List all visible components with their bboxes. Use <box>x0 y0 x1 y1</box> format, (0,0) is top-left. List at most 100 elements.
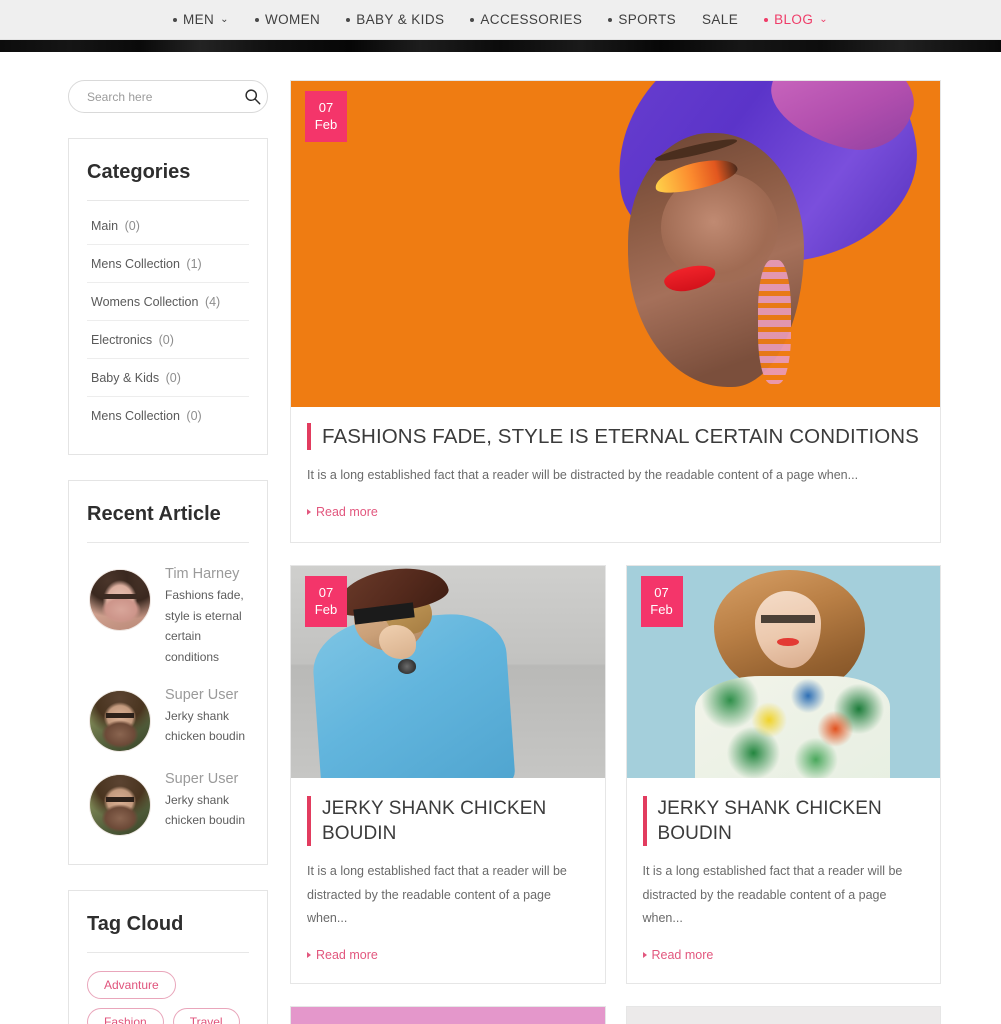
category-item[interactable]: Electronics (0) <box>87 321 249 359</box>
recent-excerpt: Jerky shank chicken boudin <box>165 708 246 744</box>
recent-excerpt: Jerky shank chicken boudin <box>165 792 246 828</box>
read-more-link[interactable]: Read more <box>307 948 378 962</box>
article-excerpt: It is a long established fact that a rea… <box>307 468 859 483</box>
recent-article-item[interactable]: Tim Harney Fashions fade, style is etern… <box>87 555 249 676</box>
search-box[interactable] <box>68 80 268 113</box>
category-item[interactable]: Mens Collection (1) <box>87 245 249 283</box>
article-card[interactable]: 07 Feb JERKY SHANK CHICKEN BOUDIN It is … <box>290 564 606 985</box>
categories-widget: Categories Main (0) Mens Collection (1) … <box>68 138 268 455</box>
nav-item-blog[interactable]: BLOG ⌄ <box>751 12 841 27</box>
recent-author: Tim Harney <box>165 566 240 582</box>
recent-article-title: Recent Article <box>87 503 249 543</box>
article-card[interactable] <box>290 1006 606 1024</box>
article-image[interactable]: 07 Feb <box>626 565 940 778</box>
nav-label: MEN <box>182 12 215 27</box>
date-badge: 07 Feb <box>640 575 683 628</box>
nav-item-women[interactable]: WOMEN <box>242 12 333 27</box>
article-title[interactable]: FASHIONS FADE, STYLE IS ETERNAL CERTAIN … <box>322 423 919 450</box>
avatar <box>89 773 151 836</box>
date-month: Feb <box>650 601 673 617</box>
article-image[interactable] <box>626 1007 940 1024</box>
tag-chip[interactable]: Advanture <box>87 970 176 999</box>
category-count: (0) <box>186 409 202 423</box>
article-title[interactable]: JERKY SHANK CHICKEN BOUDIN <box>322 796 587 846</box>
date-month: Feb <box>314 601 338 617</box>
category-item[interactable]: Womens Collection (4) <box>87 283 249 321</box>
search-input[interactable] <box>85 88 244 105</box>
categories-list: Main (0) Mens Collection (1) Womens Coll… <box>87 207 249 434</box>
nav-item-sale[interactable]: SALE <box>689 12 751 27</box>
nav-list: MEN ⌄ WOMEN BABY & KIDS ACCESSORIES SPOR… <box>160 12 841 27</box>
category-item[interactable]: Mens Collection (0) <box>87 397 249 434</box>
read-more-label: Read more <box>316 504 378 519</box>
avatar <box>89 569 151 631</box>
tag-chip[interactable]: Fashion <box>87 1007 164 1024</box>
article-excerpt: It is a long established fact that a rea… <box>307 863 567 926</box>
category-count: (0) <box>158 333 174 347</box>
nav-item-sports[interactable]: SPORTS <box>595 12 689 27</box>
nav-item-accessories[interactable]: ACCESSORIES <box>457 12 595 27</box>
article-title[interactable]: JERKY SHANK CHICKEN BOUDIN <box>658 796 923 846</box>
hero-banner-strip <box>0 40 1001 52</box>
category-item[interactable]: Main (0) <box>87 207 249 245</box>
tag-list: Advanture Fashion Travel <box>87 970 249 1024</box>
bullet-icon <box>470 17 475 22</box>
read-more-link[interactable]: Read more <box>642 948 713 962</box>
triangle-right-icon <box>642 952 647 959</box>
photo-person-pink <box>291 1007 605 1024</box>
article-list: 07 Feb FASHIONS FADE, STYLE IS ETERNAL C… <box>290 80 941 1024</box>
category-count: (1) <box>186 257 202 271</box>
article-grid-row-partial <box>290 1006 941 1024</box>
title-accent-bar <box>642 795 647 846</box>
date-badge: 07 Feb <box>305 575 347 628</box>
article-card-featured[interactable]: 07 Feb FASHIONS FADE, STYLE IS ETERNAL C… <box>290 80 941 543</box>
category-label: Electronics <box>91 333 153 347</box>
recent-author: Super User <box>165 770 239 787</box>
categories-title: Categories <box>87 161 249 201</box>
category-count: (0) <box>165 371 181 385</box>
nav-label: SPORTS <box>618 12 676 27</box>
chevron-down-icon: ⌄ <box>220 13 229 25</box>
article-card[interactable]: 07 Feb JERKY SHANK CHICKEN BOUDIN It is … <box>625 564 941 985</box>
article-image[interactable]: 07 Feb <box>291 565 605 778</box>
date-badge: 07 Feb <box>305 91 347 143</box>
title-accent-bar <box>307 423 311 451</box>
photo-person-light-gray <box>626 1007 940 1024</box>
read-more-link[interactable]: Read more <box>307 505 378 519</box>
nav-label: WOMEN <box>264 12 321 27</box>
avatar <box>89 689 151 752</box>
nav-item-baby-kids[interactable]: BABY & KIDS <box>333 12 457 27</box>
article-card[interactable] <box>625 1006 941 1024</box>
article-title-row: JERKY SHANK CHICKEN BOUDIN <box>307 795 587 846</box>
bullet-icon <box>172 17 177 22</box>
read-more-label: Read more <box>316 948 378 963</box>
date-day: 07 <box>318 100 334 115</box>
category-label: Mens Collection <box>91 409 180 423</box>
date-month: Feb <box>314 117 338 133</box>
sidebar: Categories Main (0) Mens Collection (1) … <box>68 80 268 1024</box>
nav-label: BABY & KIDS <box>356 12 445 27</box>
nav-label: SALE <box>702 12 739 27</box>
recent-article-list: Tim Harney Fashions fade, style is etern… <box>87 555 249 844</box>
bullet-icon <box>254 17 259 22</box>
category-label: Baby & Kids <box>91 371 160 385</box>
search-icon[interactable] <box>244 88 261 105</box>
category-item[interactable]: Baby & Kids (0) <box>87 359 249 397</box>
recent-article-item[interactable]: Super User Jerky shank chicken boudin <box>87 676 249 760</box>
tag-chip[interactable]: Travel <box>172 1007 240 1024</box>
recent-excerpt: Fashions fade, style is eternal certain … <box>165 588 244 664</box>
bullet-icon <box>608 17 613 22</box>
recent-article-item[interactable]: Super User Jerky shank chicken boudin <box>87 760 249 844</box>
bullet-icon <box>764 17 769 22</box>
article-image[interactable]: 07 Feb <box>291 81 940 407</box>
article-image[interactable] <box>291 1007 605 1024</box>
nav-item-men[interactable]: MEN ⌄ <box>160 12 242 27</box>
category-count: (4) <box>204 295 221 309</box>
tag-cloud-title: Tag Cloud <box>87 913 249 953</box>
recent-author: Super User <box>165 686 239 703</box>
main-navigation: MEN ⌄ WOMEN BABY & KIDS ACCESSORIES SPOR… <box>0 0 1001 40</box>
article-excerpt: It is a long established fact that a rea… <box>642 863 903 926</box>
date-day: 07 <box>318 584 334 600</box>
date-day: 07 <box>654 584 669 600</box>
triangle-right-icon <box>307 508 311 515</box>
